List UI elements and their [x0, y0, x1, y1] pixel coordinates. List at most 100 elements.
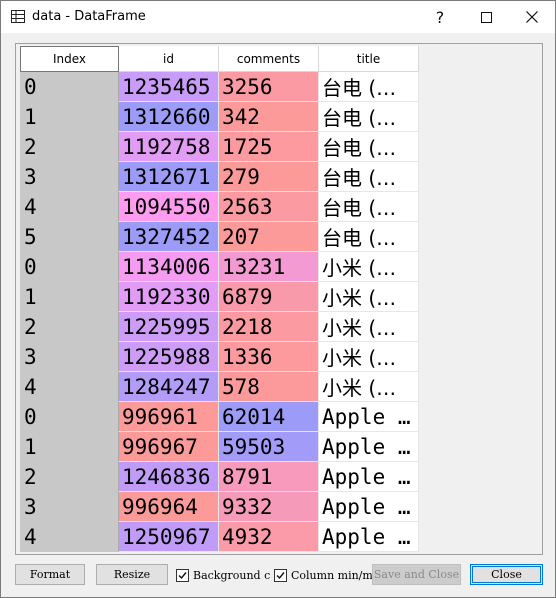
- background-color-checkbox[interactable]: Background c: [176, 565, 270, 585]
- comments-cell[interactable]: 1725: [219, 132, 319, 162]
- table-row[interactable]: 4 1284247 578 小米 (…: [20, 372, 419, 402]
- title-cell[interactable]: 台电 (…: [319, 192, 419, 222]
- header-index[interactable]: Index: [20, 46, 119, 72]
- index-cell[interactable]: 2: [20, 312, 119, 342]
- table-row[interactable]: 5 1327452 207 台电 (…: [20, 222, 419, 252]
- comments-cell[interactable]: 9332: [219, 492, 319, 522]
- index-cell[interactable]: 3: [20, 162, 119, 192]
- title-cell[interactable]: 台电 (…: [319, 102, 419, 132]
- table-row[interactable]: 2 1246836 8791 Apple …: [20, 462, 419, 492]
- table-row[interactable]: 3 1225988 1336 小米 (…: [20, 342, 419, 372]
- index-cell[interactable]: 4: [20, 522, 119, 552]
- index-cell[interactable]: 4: [20, 192, 119, 222]
- header-comments[interactable]: comments: [219, 46, 319, 72]
- comments-cell[interactable]: 2218: [219, 312, 319, 342]
- comments-cell[interactable]: 8791: [219, 462, 319, 492]
- title-cell[interactable]: 小米 (…: [319, 312, 419, 342]
- close-button[interactable]: Close: [470, 564, 543, 585]
- index-cell[interactable]: 2: [20, 462, 119, 492]
- table-row[interactable]: 0 1134006 13231 小米 (…: [20, 252, 419, 282]
- id-cell[interactable]: 1225995: [119, 312, 219, 342]
- title-cell[interactable]: 台电 (…: [319, 222, 419, 252]
- title-cell[interactable]: Apple …: [319, 432, 419, 462]
- id-cell[interactable]: 996967: [119, 432, 219, 462]
- title-cell[interactable]: 台电 (…: [319, 162, 419, 192]
- comments-cell[interactable]: 3256: [219, 72, 319, 102]
- title-cell[interactable]: Apple …: [319, 492, 419, 522]
- column-minmax-checkbox[interactable]: Column min/m: [274, 565, 373, 585]
- table-row[interactable]: 0 1235465 3256 台电 (…: [20, 72, 419, 102]
- table-row[interactable]: 3 1312671 279 台电 (…: [20, 162, 419, 192]
- table-row[interactable]: 4 1094550 2563 台电 (…: [20, 192, 419, 222]
- id-cell[interactable]: 1312660: [119, 102, 219, 132]
- table-row[interactable]: 3 996964 9332 Apple …: [20, 492, 419, 522]
- comments-cell[interactable]: 578: [219, 372, 319, 402]
- comments-cell[interactable]: 13231: [219, 252, 319, 282]
- title-cell[interactable]: Apple …: [319, 402, 419, 432]
- table-row[interactable]: 1 996967 59503 Apple …: [20, 432, 419, 462]
- table-row[interactable]: 4 1250967 4932 Apple …: [20, 522, 419, 552]
- id-cell[interactable]: 1250967: [119, 522, 219, 552]
- dataframe-table[interactable]: Index id comments title 0 1235465 3256 台电 (…: [15, 43, 543, 555]
- title-bar[interactable]: data - DataFrame ?: [1, 1, 555, 33]
- maximize-button[interactable]: [463, 1, 509, 33]
- index-cell[interactable]: 4: [20, 372, 119, 402]
- column-minmax-checkbox-box[interactable]: [274, 568, 287, 582]
- comments-cell[interactable]: 342: [219, 102, 319, 132]
- comments-cell[interactable]: 279: [219, 162, 319, 192]
- table-row[interactable]: 1 1312660 342 台电 (…: [20, 102, 419, 132]
- resize-button[interactable]: Resize: [96, 564, 168, 585]
- id-cell[interactable]: 1284247: [119, 372, 219, 402]
- title-cell[interactable]: Apple …: [319, 522, 419, 552]
- id-cell[interactable]: 1312671: [119, 162, 219, 192]
- index-cell[interactable]: 1: [20, 282, 119, 312]
- header-id[interactable]: id: [119, 46, 219, 72]
- id-cell[interactable]: 1246836: [119, 462, 219, 492]
- background-checkbox-label: Background c: [193, 568, 271, 582]
- comments-cell[interactable]: 6879: [219, 282, 319, 312]
- id-cell[interactable]: 1235465: [119, 72, 219, 102]
- comments-cell[interactable]: 4932: [219, 522, 319, 552]
- index-cell[interactable]: 0: [20, 72, 119, 102]
- comments-cell[interactable]: 2563: [219, 192, 319, 222]
- index-cell[interactable]: 3: [20, 492, 119, 522]
- window-title: data - DataFrame: [32, 9, 146, 24]
- title-cell[interactable]: 台电 (…: [319, 132, 419, 162]
- title-cell[interactable]: Apple …: [319, 462, 419, 492]
- table-row[interactable]: 2 1225995 2218 小米 (…: [20, 312, 419, 342]
- index-cell[interactable]: 0: [20, 402, 119, 432]
- index-cell[interactable]: 2: [20, 132, 119, 162]
- background-checkbox-box[interactable]: [176, 568, 189, 582]
- title-cell[interactable]: 小米 (…: [319, 342, 419, 372]
- header-title[interactable]: title: [319, 46, 419, 72]
- save-and-close-button[interactable]: Save and Close: [372, 564, 461, 585]
- id-cell[interactable]: 1327452: [119, 222, 219, 252]
- comments-cell[interactable]: 207: [219, 222, 319, 252]
- index-cell[interactable]: 3: [20, 342, 119, 372]
- table-row[interactable]: 1 1192330 6879 小米 (…: [20, 282, 419, 312]
- title-cell[interactable]: 台电 (…: [319, 72, 419, 102]
- index-cell[interactable]: 5: [20, 222, 119, 252]
- id-cell[interactable]: 1192330: [119, 282, 219, 312]
- help-button[interactable]: ?: [417, 1, 463, 33]
- title-cell[interactable]: 小米 (…: [319, 282, 419, 312]
- table-row[interactable]: 2 1192758 1725 台电 (…: [20, 132, 419, 162]
- comments-cell[interactable]: 62014: [219, 402, 319, 432]
- id-cell[interactable]: 996961: [119, 402, 219, 432]
- comments-cell[interactable]: 59503: [219, 432, 319, 462]
- id-cell[interactable]: 1134006: [119, 252, 219, 282]
- index-cell[interactable]: 1: [20, 432, 119, 462]
- table-row[interactable]: 0 996961 62014 Apple …: [20, 402, 419, 432]
- title-cell[interactable]: 小米 (…: [319, 372, 419, 402]
- id-cell[interactable]: 1094550: [119, 192, 219, 222]
- id-cell[interactable]: 996964: [119, 492, 219, 522]
- id-cell[interactable]: 1225988: [119, 342, 219, 372]
- title-cell[interactable]: 小米 (…: [319, 252, 419, 282]
- format-button[interactable]: Format: [15, 564, 85, 585]
- id-cell[interactable]: 1192758: [119, 132, 219, 162]
- index-cell[interactable]: 1: [20, 102, 119, 132]
- comments-cell[interactable]: 1336: [219, 342, 319, 372]
- table-grid-icon: [11, 10, 25, 23]
- index-cell[interactable]: 0: [20, 252, 119, 282]
- close-window-button[interactable]: [509, 1, 555, 33]
